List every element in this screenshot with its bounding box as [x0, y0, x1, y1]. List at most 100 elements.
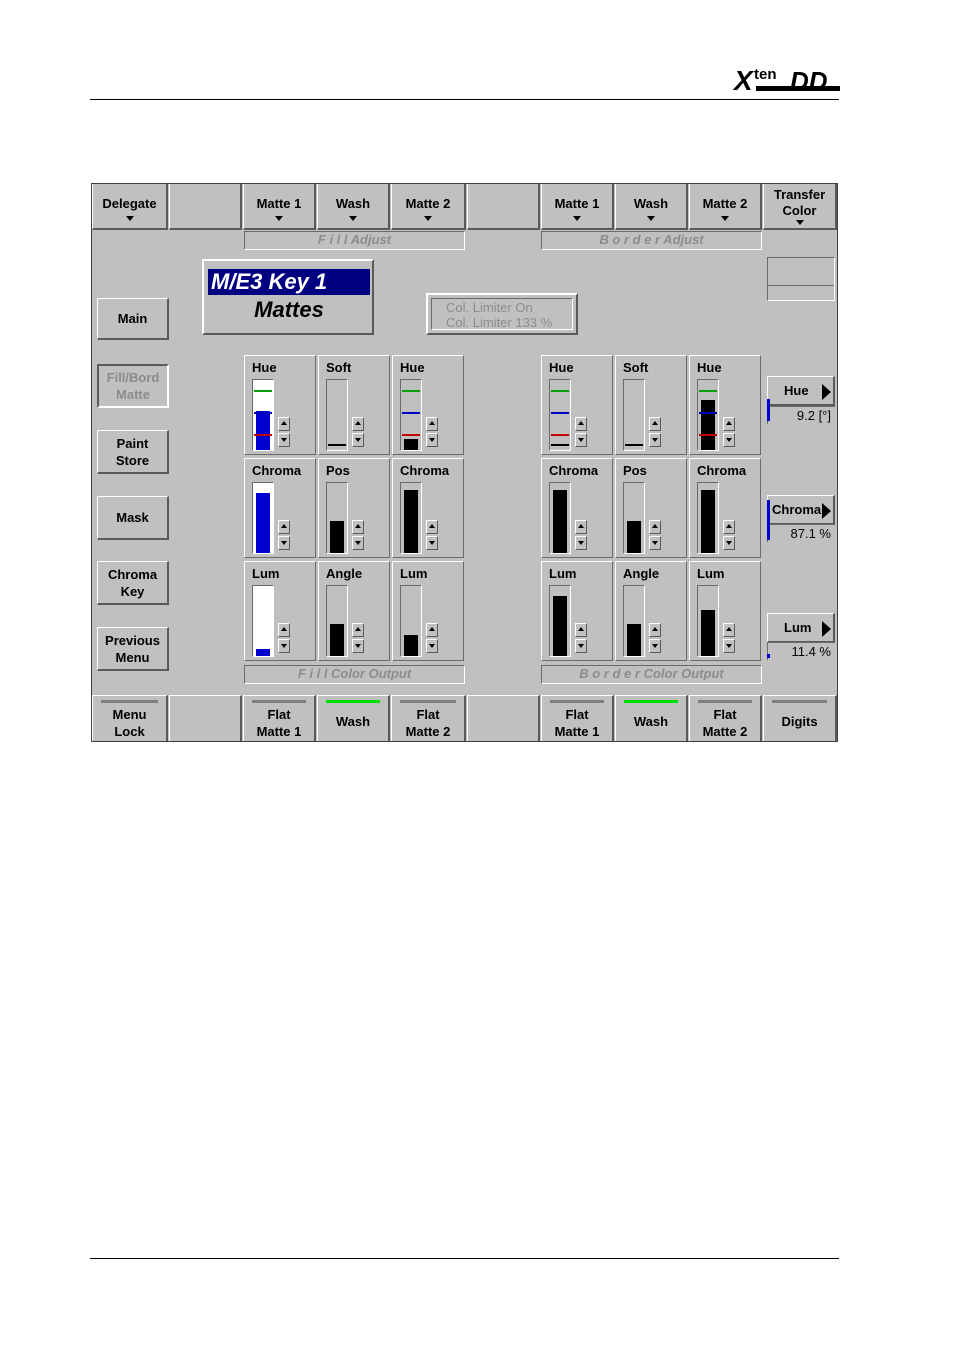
border-param-meter — [697, 585, 719, 657]
border-flat-matte2-button[interactable]: Flat Matte 2 — [689, 695, 762, 741]
spin-down-icon[interactable] — [723, 536, 735, 550]
chroma-param-label: Chroma — [772, 502, 822, 517]
fill-param-cell[interactable]: Soft — [318, 355, 390, 455]
spin-up-icon[interactable] — [723, 520, 735, 534]
spin-down-icon[interactable] — [723, 433, 735, 447]
fill-param-cell[interactable]: Chroma — [392, 458, 464, 558]
spin-up-icon[interactable] — [278, 520, 290, 534]
fill-param-cell[interactable]: Hue — [244, 355, 316, 455]
dropdown-arrow-icon — [795, 220, 804, 225]
fill-meter-fill — [256, 493, 270, 553]
lum-param-button[interactable]: Lum — [767, 613, 835, 643]
spin-down-icon[interactable] — [426, 639, 438, 653]
spin-down-icon[interactable] — [278, 536, 290, 550]
border-flat-matte1-label: Flat Matte 1 — [554, 706, 600, 739]
border-wash-button[interactable]: Wash — [615, 184, 688, 230]
spin-down-icon[interactable] — [278, 433, 290, 447]
spin-up-icon[interactable] — [723, 623, 735, 637]
fill-wash-active-button[interactable]: Wash — [317, 695, 390, 741]
spin-up-icon[interactable] — [649, 623, 661, 637]
border-param-cell[interactable]: Chroma — [689, 458, 761, 558]
fill-adjust-label: F i l l Adjust — [244, 231, 465, 250]
title-box: M/E3 Key 1 Mattes — [202, 259, 374, 335]
spin-down-icon[interactable] — [649, 433, 661, 447]
border-param-label: Angle — [623, 566, 660, 581]
chroma-key-button[interactable]: Chroma Key — [97, 561, 169, 605]
fill-param-label: Soft — [326, 360, 352, 375]
border-param-cell[interactable]: Lum — [689, 561, 761, 661]
fill-param-cell[interactable]: Hue — [392, 355, 464, 455]
spin-up-icon[interactable] — [352, 417, 364, 431]
spin-down-icon[interactable] — [352, 536, 364, 550]
border-param-cell[interactable]: Hue — [541, 355, 613, 455]
spin-down-icon[interactable] — [723, 639, 735, 653]
paint-store-button[interactable]: Paint Store — [97, 430, 169, 474]
spin-down-icon[interactable] — [278, 639, 290, 653]
spin-down-icon[interactable] — [352, 433, 364, 447]
mask-button[interactable]: Mask — [97, 496, 169, 540]
fill-param-cell[interactable]: Lum — [392, 561, 464, 661]
fill-param-cell[interactable]: Lum — [244, 561, 316, 661]
previous-menu-button[interactable]: Previous Menu — [97, 627, 169, 671]
border-param-cell[interactable]: Lum — [541, 561, 613, 661]
spin-up-icon[interactable] — [575, 417, 587, 431]
dropdown-arrow-icon — [721, 216, 729, 221]
spin-up-icon[interactable] — [575, 623, 587, 637]
fill-flat-matte1-button[interactable]: Flat Matte 1 — [243, 695, 316, 741]
spin-down-icon[interactable] — [575, 536, 587, 550]
spin-up-icon[interactable] — [649, 417, 661, 431]
fill-wash-active-label: Wash — [335, 714, 371, 729]
border-meter-marker — [551, 412, 569, 414]
border-param-meter — [697, 482, 719, 554]
spin-up-icon[interactable] — [278, 623, 290, 637]
border-param-cell[interactable]: Soft — [615, 355, 687, 455]
border-param-label: Hue — [549, 360, 574, 375]
hue-param-button[interactable]: Hue — [767, 376, 835, 406]
spin-down-icon[interactable] — [575, 433, 587, 447]
spin-down-icon[interactable] — [352, 639, 364, 653]
menu-lock-button[interactable]: Menu Lock — [92, 695, 168, 741]
spin-up-icon[interactable] — [723, 417, 735, 431]
delegate-button[interactable]: Delegate — [92, 184, 168, 230]
spin-down-icon[interactable] — [649, 639, 661, 653]
fill-wash-button[interactable]: Wash — [317, 184, 390, 230]
main-button[interactable]: Main — [97, 298, 169, 340]
spin-up-icon[interactable] — [426, 520, 438, 534]
fill-param-cell[interactable]: Angle — [318, 561, 390, 661]
fill-param-label: Lum — [400, 566, 428, 581]
border-matte1-button[interactable]: Matte 1 — [541, 184, 614, 230]
border-param-cell[interactable]: Angle — [615, 561, 687, 661]
spin-up-icon[interactable] — [352, 623, 364, 637]
spin-down-icon[interactable] — [575, 639, 587, 653]
border-param-meter — [623, 379, 645, 451]
spin-down-icon[interactable] — [649, 536, 661, 550]
spin-up-icon[interactable] — [649, 520, 661, 534]
spin-up-icon[interactable] — [426, 623, 438, 637]
border-param-cell[interactable]: Chroma — [541, 458, 613, 558]
fill-matte2-button[interactable]: Matte 2 — [391, 184, 466, 230]
border-meter-fill — [553, 596, 567, 656]
fill-flat-matte2-button[interactable]: Flat Matte 2 — [391, 695, 466, 741]
border-param-cell[interactable]: Hue — [689, 355, 761, 455]
fill-matte1-button[interactable]: Matte 1 — [243, 184, 316, 230]
spin-up-icon[interactable] — [426, 417, 438, 431]
spin-up-icon[interactable] — [575, 520, 587, 534]
spin-up-icon[interactable] — [278, 417, 290, 431]
border-flat-matte1-button[interactable]: Flat Matte 1 — [541, 695, 614, 741]
fill-param-cell[interactable]: Chroma — [244, 458, 316, 558]
border-param-label: Chroma — [549, 463, 599, 478]
spin-down-icon[interactable] — [426, 536, 438, 550]
digits-button[interactable]: Digits — [763, 695, 837, 741]
border-param-label: Lum — [697, 566, 725, 581]
border-matte2-button[interactable]: Matte 2 — [689, 184, 762, 230]
border-wash-active-button[interactable]: Wash — [615, 695, 688, 741]
spin-down-icon[interactable] — [426, 433, 438, 447]
spin-up-icon[interactable] — [352, 520, 364, 534]
border-param-cell[interactable]: Pos — [615, 458, 687, 558]
fill-color-output-label: F i l l Color Output — [244, 665, 465, 684]
play-arrow-icon — [822, 384, 831, 400]
fill-bord-matte-button[interactable]: Fill/Bord Matte — [97, 364, 169, 408]
transfer-color-button[interactable]: Transfer Color — [763, 184, 837, 230]
chroma-param-button[interactable]: Chroma — [767, 495, 835, 525]
fill-param-cell[interactable]: Pos — [318, 458, 390, 558]
